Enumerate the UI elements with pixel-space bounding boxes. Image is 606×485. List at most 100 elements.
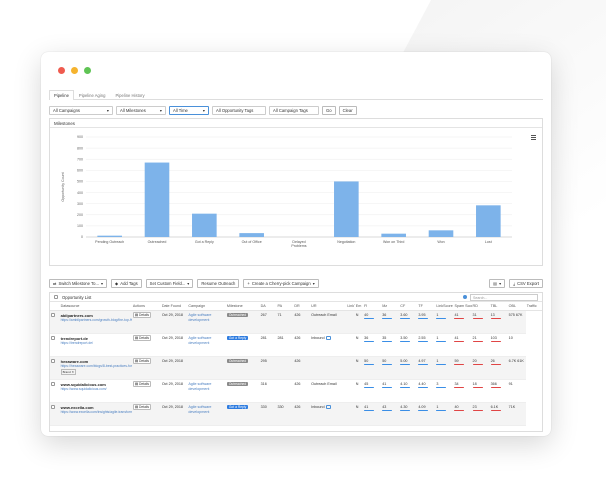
milestones-select[interactable]: All Milestones ▾ (116, 106, 166, 115)
minimize-dot[interactable] (71, 67, 78, 74)
row-checkbox[interactable] (51, 312, 55, 317)
row-checkbox[interactable] (51, 335, 55, 340)
x-tick-label: Negotiation (337, 240, 355, 244)
table-header-row: Datasource Actions Date Found Campaign Miles… (50, 302, 542, 311)
tab-pipeline-history[interactable]: Pipeline History (110, 90, 149, 99)
column-header[interactable]: TBL (489, 302, 508, 311)
dr-value: 426 (294, 381, 301, 386)
table-row[interactable]: hexaware.com https://hexaware.com/blogs/8… (50, 356, 542, 380)
columns-button[interactable]: ▤ ▾ (489, 278, 506, 288)
tag-badge[interactable]: Brand ✕ (60, 368, 76, 375)
metric-cell: 41 (453, 310, 472, 334)
column-header[interactable]: Campaign (187, 302, 226, 311)
time-select[interactable]: All Time ▾ (169, 106, 209, 115)
details-button[interactable]: ▤ Details (132, 403, 152, 410)
status-badge[interactable]: Outreached (226, 381, 249, 386)
status-badge[interactable]: Outreached (226, 358, 249, 363)
status-badge[interactable]: Outreached (226, 312, 249, 317)
x-tick-label: Won (437, 240, 444, 244)
table-row[interactable]: abilpartners.com https://ambilpartners.co… (50, 310, 542, 334)
column-header[interactable]: Milestone (225, 302, 260, 311)
switch-milestone-button[interactable]: ⇄ Switch Milestone To... ▾ (49, 278, 108, 288)
campaign-link[interactable]: Agile software development (188, 336, 211, 345)
search-input[interactable]: Search... (470, 294, 538, 301)
select-all-checkbox[interactable] (54, 295, 58, 299)
metric-cell: 23 (471, 402, 490, 426)
campaign-link[interactable]: Agile software development (188, 313, 211, 322)
table-row[interactable]: trendreport.de https://trendreport.de/▤ D… (50, 333, 542, 357)
row-checkbox[interactable] (51, 404, 55, 409)
column-header[interactable]: DR (293, 302, 311, 311)
page-url-link[interactable]: https://hexaware.com/blogs/8-best-practi… (61, 364, 132, 368)
chart-bar (144, 162, 170, 237)
column-header[interactable]: Fl (363, 302, 382, 311)
go-button[interactable]: Go (322, 106, 336, 115)
column-header[interactable]: CF (399, 302, 418, 311)
metric-cell: 26 (489, 356, 508, 380)
page-url-link[interactable]: https://ambilpartners.com/growth-blog/th… (61, 318, 132, 322)
row-checkbox[interactable] (51, 358, 55, 363)
page-url-link[interactable]: https://www.excella.com/insights/agile-t… (61, 410, 132, 414)
column-header[interactable]: Mz (381, 302, 400, 311)
column-header[interactable]: Em (354, 302, 364, 311)
chart-bar (97, 235, 122, 237)
campaigns-select[interactable]: All Campaigns ▾ (49, 106, 113, 115)
column-header[interactable]: Actions (131, 302, 161, 311)
set-custom-field-button[interactable]: Set Custom Field... ▾ (145, 278, 194, 288)
page-url-link[interactable]: https://www.squidalicious.com/ (61, 387, 107, 391)
column-header[interactable]: Datasource (59, 302, 132, 311)
hamburger-menu-icon[interactable] (531, 135, 536, 141)
row-checkbox[interactable] (51, 381, 55, 386)
column-header[interactable]: Date Found (160, 302, 188, 311)
metric-value: 41 (454, 312, 459, 317)
table-row[interactable]: www.excella.com https://www.excella.com/i… (50, 402, 542, 426)
mail-icon[interactable] (325, 335, 331, 340)
metric-bar (490, 409, 501, 412)
metric-bar (472, 317, 483, 320)
campaign-tags-input[interactable]: All Campaign Tags (269, 106, 319, 115)
csv-export-button[interactable]: ⤓ CSV Export (509, 278, 543, 288)
column-header[interactable]: LinkScore (435, 302, 454, 311)
milestone-cell: Got a Reply (225, 402, 260, 426)
column-header[interactable]: PA (276, 302, 294, 311)
metric-value: 1 (436, 358, 439, 363)
details-button[interactable]: ▤ Details (132, 334, 152, 341)
opportunity-tags-input[interactable]: All Opportunity Tags (212, 106, 266, 115)
milestone-cell: Outreached (225, 310, 260, 334)
column-header[interactable]: TF (417, 302, 436, 311)
table-row[interactable]: www.squidalicious.com https://www.squidal… (50, 379, 542, 403)
column-header[interactable]: OBL (507, 302, 526, 311)
close-dot[interactable] (58, 67, 65, 74)
metric-cell: 3.95 (417, 310, 436, 334)
column-header[interactable]: DA (259, 302, 277, 311)
campaign-link[interactable]: Agile software development (188, 382, 211, 391)
column-header[interactable]: RD (471, 302, 490, 311)
details-button[interactable]: ▤ Details (132, 357, 152, 364)
column-header[interactable]: Traffic (525, 302, 542, 311)
details-button[interactable]: ▤ Details (132, 380, 152, 387)
create-campaign-button[interactable]: + Create a Cherry-pick Campaign ▾ (243, 278, 319, 288)
page-url-link[interactable]: https://trendreport.de/ (61, 341, 93, 345)
add-tags-button[interactable]: ◆ Add Tags (111, 278, 142, 288)
tab-pipeline[interactable]: Pipeline (49, 90, 74, 100)
campaign-cell (187, 356, 226, 380)
spam-cell: 3 (435, 379, 454, 403)
status-badge[interactable]: Got a Reply (226, 404, 249, 409)
column-header[interactable]: LinkType (346, 302, 355, 311)
tab-pipeline-aging[interactable]: Pipeline Aging (74, 90, 111, 99)
mail-icon[interactable] (325, 404, 331, 409)
traffic-value: 10 (508, 335, 513, 340)
da-cell: 267 (259, 310, 277, 334)
details-button[interactable]: ▤ Details (132, 311, 152, 318)
flag-value: N (355, 404, 359, 409)
resume-outreach-button[interactable]: Resume Outreach (197, 278, 240, 288)
column-header[interactable]: UR (310, 302, 347, 311)
date-value: Oct 29, 2018 (161, 404, 183, 409)
campaign-link[interactable]: Agile software development (188, 405, 211, 414)
info-icon[interactable] (463, 295, 467, 299)
column-header[interactable]: Spam Score (453, 302, 472, 311)
maximize-dot[interactable] (84, 67, 91, 74)
clear-button[interactable]: Clear (338, 106, 357, 115)
status-badge[interactable]: Got a Reply (226, 335, 249, 340)
metric-cell: 59 (453, 356, 472, 380)
